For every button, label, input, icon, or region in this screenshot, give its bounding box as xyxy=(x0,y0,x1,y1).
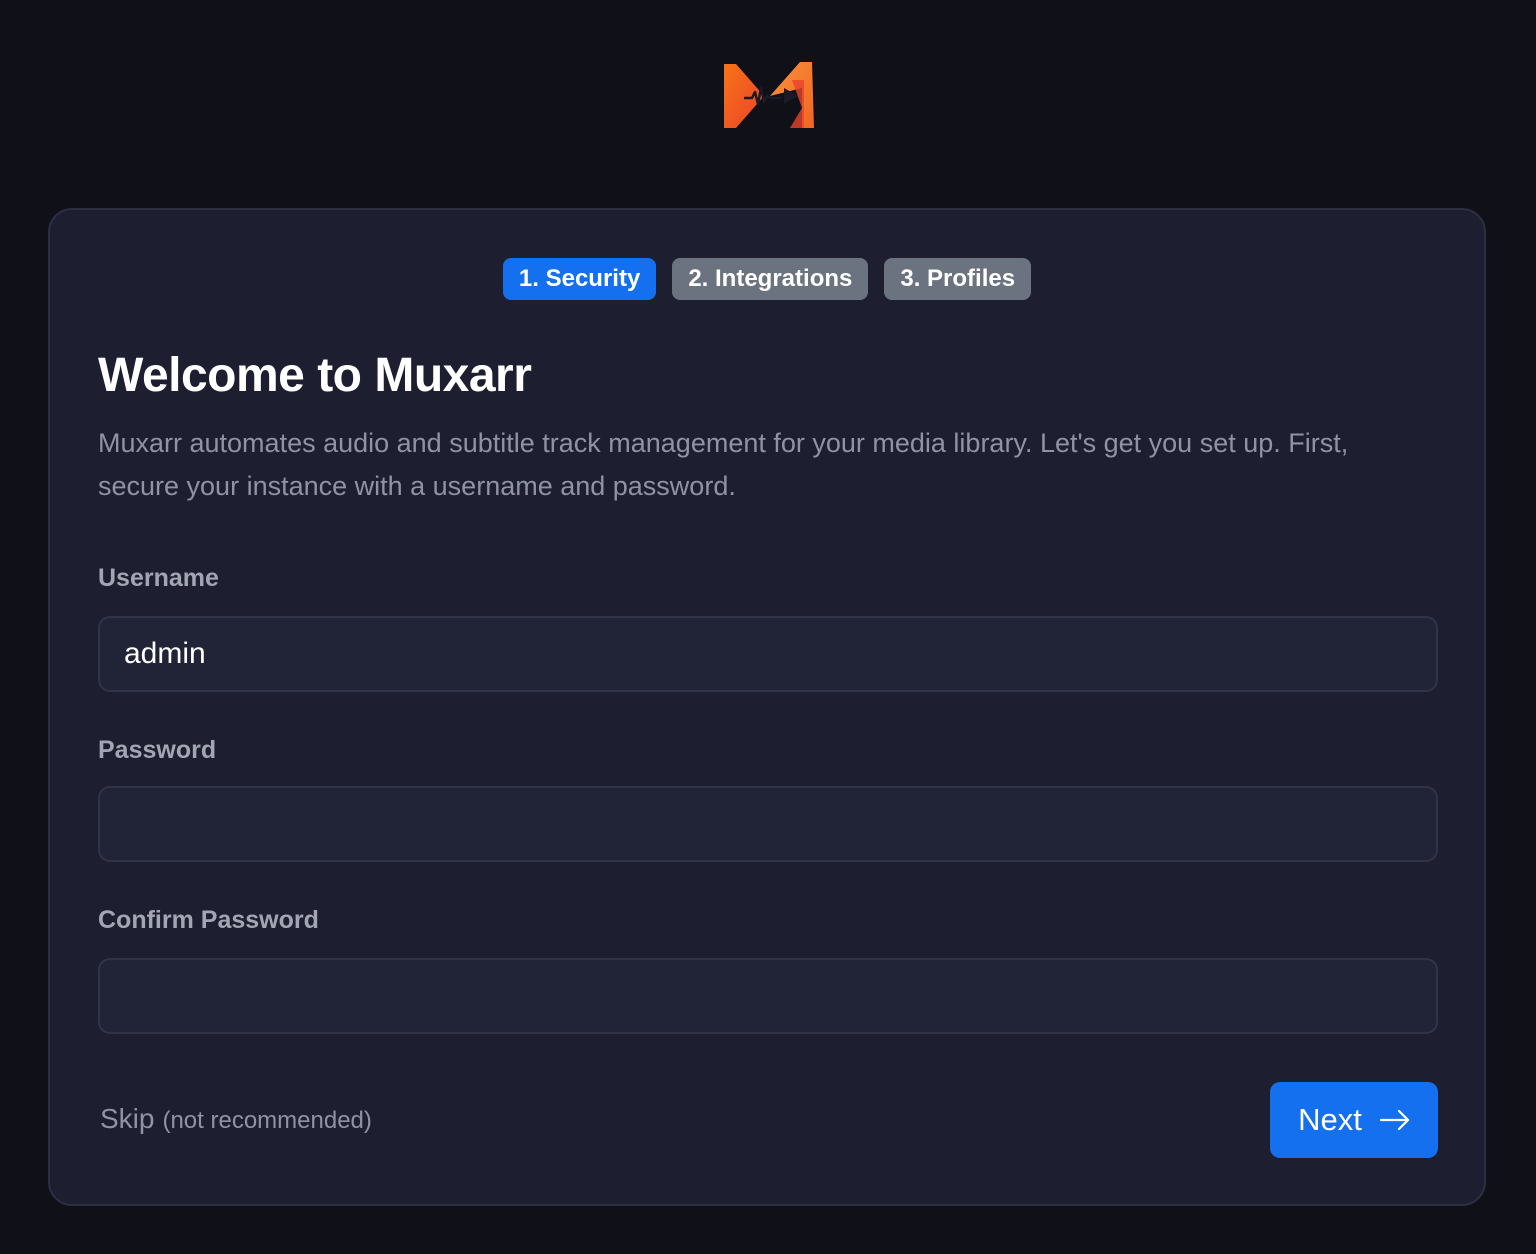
next-button[interactable]: Next xyxy=(1270,1082,1438,1158)
setup-steps: 1. Security 2. Integrations 3. Profiles xyxy=(50,258,1484,300)
username-input[interactable] xyxy=(98,616,1438,692)
welcome-description: Muxarr automates audio and subtitle trac… xyxy=(98,428,1349,501)
username-label: Username xyxy=(98,564,219,592)
skip-note: (not recommended) xyxy=(162,1107,372,1134)
password-input[interactable] xyxy=(98,786,1438,862)
step-security[interactable]: 1. Security xyxy=(502,258,657,300)
next-button-label: Next xyxy=(1298,1102,1362,1137)
muxarr-logo-icon xyxy=(718,58,818,134)
skip-link[interactable]: Skip (not recommended) xyxy=(100,1103,372,1135)
skip-label: Skip xyxy=(100,1103,155,1134)
confirm-password-input[interactable] xyxy=(98,958,1438,1034)
setup-card: 1. Security 2. Integrations 3. Profiles … xyxy=(48,208,1486,1206)
confirm-password-label: Confirm Password xyxy=(98,906,319,934)
page-title: Welcome to Muxarr xyxy=(98,349,532,402)
step-profiles[interactable]: 3. Profiles xyxy=(884,258,1032,300)
step-integrations[interactable]: 2. Integrations xyxy=(672,258,869,300)
password-label: Password xyxy=(98,736,217,764)
setup-page: 1. Security 2. Integrations 3. Profiles … xyxy=(0,0,1536,1254)
arrow-right-icon xyxy=(1379,1109,1410,1131)
